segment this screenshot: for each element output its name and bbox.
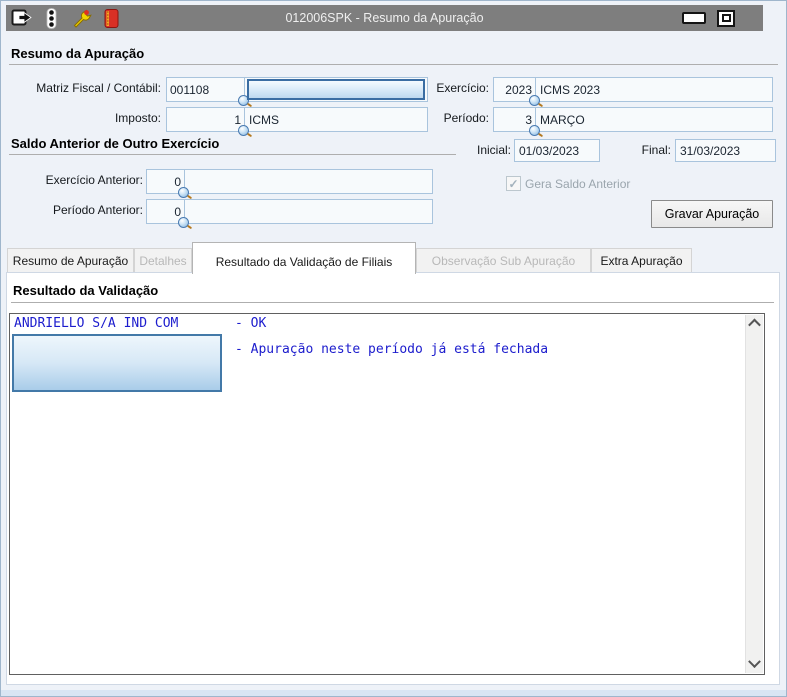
exercicio-anterior-label: Exercício Anterior: bbox=[45, 173, 143, 187]
tab-resumo-de-apuracao[interactable]: Resumo de Apuração bbox=[7, 248, 134, 273]
exit-icon[interactable] bbox=[11, 8, 32, 29]
divider bbox=[9, 64, 778, 65]
scroll-down-icon[interactable] bbox=[746, 655, 763, 673]
tab-extra-apuracao[interactable]: Extra Apuração bbox=[591, 248, 692, 273]
lookup-magnifier-icon[interactable] bbox=[178, 187, 189, 198]
lookup-magnifier-icon[interactable] bbox=[529, 95, 540, 106]
lookup-magnifier-icon[interactable] bbox=[178, 217, 189, 228]
imposto-field[interactable]: 1 ICMS bbox=[166, 107, 428, 136]
inicial-label: Inicial: bbox=[476, 143, 511, 157]
tab-observacao-sub-apuracao: Observação Sub Apuração bbox=[416, 248, 591, 273]
periodo-anterior-code-value[interactable]: 0 bbox=[147, 200, 189, 228]
validation-section-title: Resultado da Validação bbox=[13, 283, 159, 298]
matriz-field[interactable]: 001108 bbox=[166, 77, 428, 106]
gera-saldo-checkbox: ✓ bbox=[506, 176, 521, 191]
imposto-desc-value: ICMS bbox=[249, 112, 279, 127]
lookup-magnifier-icon[interactable] bbox=[238, 125, 249, 136]
divider bbox=[9, 154, 456, 155]
maximize-button[interactable] bbox=[717, 9, 735, 27]
titlebar[interactable]: 012006SPK - Resumo da Apuração bbox=[6, 5, 763, 31]
selected-cell-highlight[interactable] bbox=[12, 334, 222, 392]
tab-detalhes: Detalhes bbox=[134, 248, 192, 273]
exercicio-anterior-field[interactable]: 0 bbox=[146, 169, 433, 198]
scroll-up-icon[interactable] bbox=[746, 315, 763, 332]
validation-company-name: ANDRIELLO S/A IND COM bbox=[14, 316, 179, 331]
final-date-field[interactable]: 31/03/2023 bbox=[675, 139, 776, 162]
window-bottom-frame bbox=[1, 690, 786, 696]
matriz-code-value[interactable]: 001108 bbox=[167, 78, 249, 106]
minimize-button[interactable] bbox=[682, 12, 706, 24]
gravar-apuracao-button[interactable]: Gravar Apuração bbox=[651, 200, 773, 228]
exercicio-anterior-code-value[interactable]: 0 bbox=[147, 170, 189, 198]
exercicio-label: Exercício: bbox=[436, 81, 489, 95]
final-label: Final: bbox=[641, 143, 671, 157]
matriz-label: Matriz Fiscal / Contábil: bbox=[36, 81, 161, 95]
validation-status-ok: - OK bbox=[235, 316, 267, 331]
titlebar-toolbar bbox=[6, 7, 122, 29]
periodo-anterior-field[interactable]: 0 bbox=[146, 199, 433, 228]
app-window: 012006SPK - Resumo da Apuração Resumo da… bbox=[0, 0, 787, 697]
periodo-field[interactable]: 3 MARÇO bbox=[493, 107, 773, 136]
periodo-desc-value: MARÇO bbox=[540, 112, 585, 127]
lookup-magnifier-icon[interactable] bbox=[529, 125, 540, 136]
periodo-label: Período: bbox=[443, 111, 489, 125]
gera-saldo-label: Gera Saldo Anterior bbox=[525, 177, 631, 191]
vertical-scrollbar[interactable] bbox=[745, 315, 763, 673]
traffic-light-icon[interactable] bbox=[41, 7, 62, 29]
matriz-desc-field-focused[interactable] bbox=[247, 79, 425, 100]
tab-resultado-validacao-filiais[interactable]: Resultado da Validação de Filiais bbox=[192, 242, 416, 274]
periodo-anterior-label: Período Anterior: bbox=[52, 203, 143, 217]
imposto-label: Imposto: bbox=[114, 111, 161, 125]
saldo-section-title: Saldo Anterior de Outro Exercício bbox=[11, 136, 220, 151]
divider bbox=[11, 302, 774, 303]
inicial-date-field[interactable]: 01/03/2023 bbox=[514, 139, 600, 162]
imposto-code-value[interactable]: 1 bbox=[167, 108, 249, 136]
exercicio-field[interactable]: 2023 ICMS 2023 bbox=[493, 77, 773, 106]
exercicio-desc-value: ICMS 2023 bbox=[540, 82, 601, 97]
notebook-icon[interactable] bbox=[101, 8, 122, 29]
wrench-icon[interactable] bbox=[71, 8, 92, 29]
resumo-section-title: Resumo da Apuração bbox=[11, 46, 145, 61]
periodo-code-value[interactable]: 3 bbox=[494, 108, 540, 136]
validation-status-message: - Apuração neste período já está fechada bbox=[235, 342, 549, 357]
validation-result-textarea[interactable]: ANDRIELLO S/A IND COM - OK - Apuração ne… bbox=[9, 313, 765, 675]
exercicio-code-value[interactable]: 2023 bbox=[494, 78, 540, 106]
